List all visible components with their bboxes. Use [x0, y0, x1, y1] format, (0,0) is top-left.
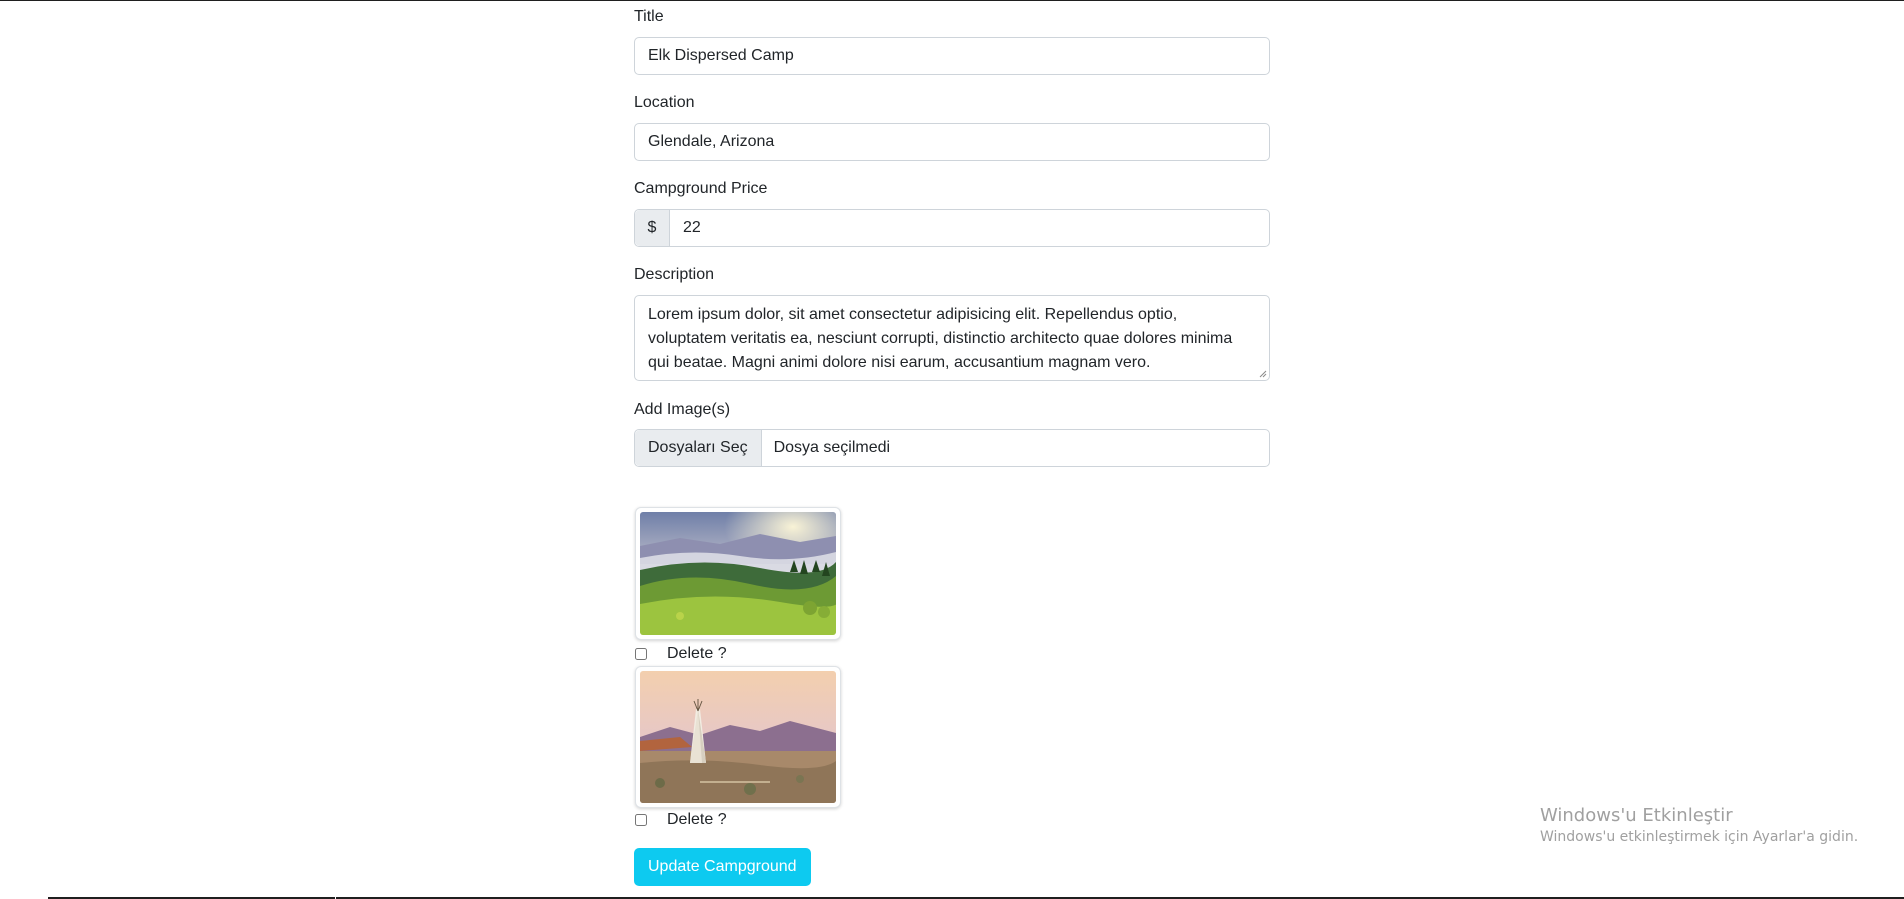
watermark-title: Windows'u Etkinleştir	[1540, 805, 1733, 826]
currency-addon: $	[635, 210, 670, 246]
price-input-group: $ 22	[634, 209, 1270, 247]
price-label: Campground Price	[634, 180, 768, 197]
delete-image-2-label: Delete ?	[667, 811, 727, 828]
watermark-subtitle: Windows'u etkinleştirmek için Ayarlar'a …	[1540, 829, 1859, 845]
title-label: Title	[634, 8, 664, 25]
landscape-hills-image	[640, 512, 836, 635]
price-input[interactable]: 22	[670, 210, 701, 246]
delete-image-2-checkbox[interactable]	[635, 814, 647, 826]
description-textarea[interactable]: Lorem ipsum dolor, sit amet consectetur …	[634, 295, 1270, 381]
title-input[interactable]: Elk Dispersed Camp	[634, 37, 1270, 75]
top-border	[0, 0, 1904, 1]
campground-image-2	[635, 666, 841, 808]
teepee-desert-image	[640, 671, 836, 803]
file-input[interactable]: Dosyaları Seç Dosya seçilmedi	[634, 429, 1270, 467]
campground-image-1	[635, 507, 841, 640]
choose-files-button[interactable]: Dosyaları Seç	[635, 430, 762, 466]
file-status: Dosya seçilmedi	[773, 439, 891, 456]
update-campground-button[interactable]: Update Campground	[634, 848, 811, 886]
location-label: Location	[634, 94, 695, 111]
delete-image-1-checkbox[interactable]	[635, 648, 647, 660]
delete-image-1-label: Delete ?	[667, 645, 727, 662]
resize-handle-icon[interactable]	[1259, 370, 1267, 378]
location-input[interactable]: Glendale, Arizona	[634, 123, 1270, 161]
description-label: Description	[634, 266, 715, 283]
images-label: Add Image(s)	[634, 401, 731, 418]
windows-activation-watermark: Windows'u Etkinleştir Windows'u etkinleş…	[1540, 804, 1858, 846]
description-text: Lorem ipsum dolor, sit amet consectetur …	[648, 306, 1233, 371]
